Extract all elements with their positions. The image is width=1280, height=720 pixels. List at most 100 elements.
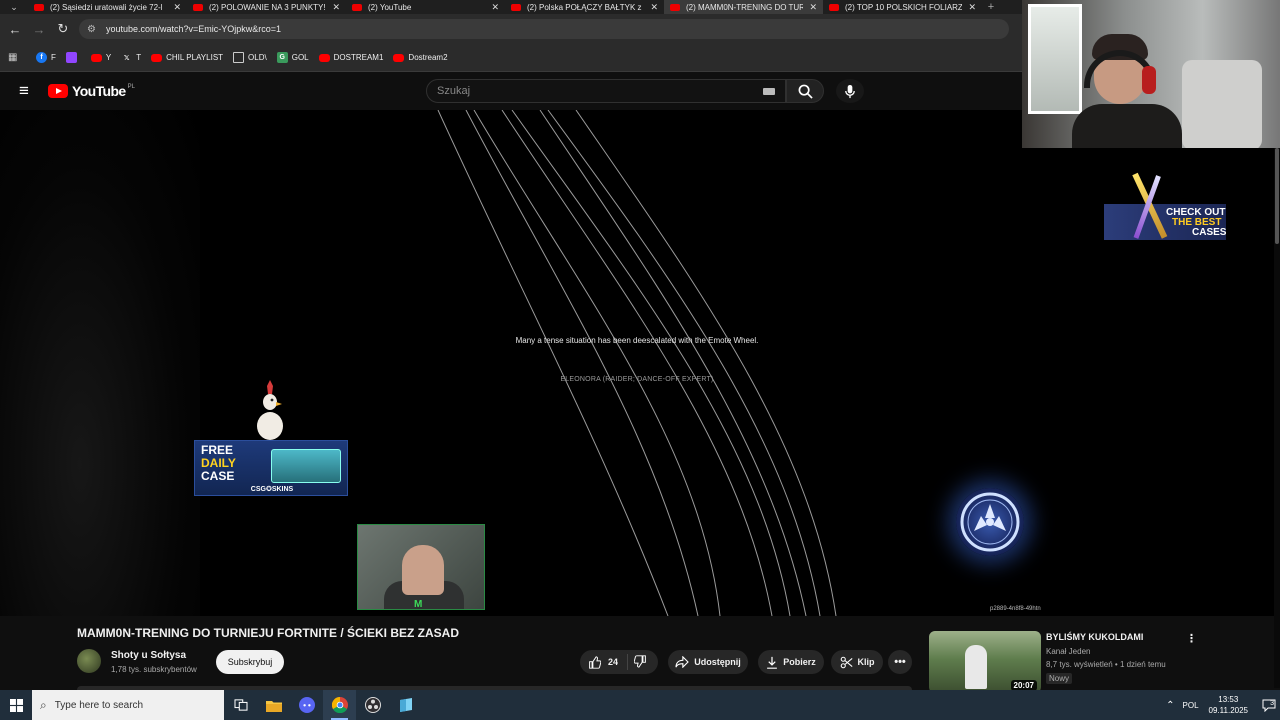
facebook-icon: f <box>36 52 47 63</box>
menu-icon[interactable]: ≡ <box>0 81 48 101</box>
task-view-icon[interactable] <box>224 690 257 720</box>
voice-search-button[interactable] <box>836 79 864 103</box>
download-icon <box>767 656 778 669</box>
bookmark-item[interactable] <box>65 52 81 63</box>
twitch-icon <box>65 52 77 63</box>
channel-avatar[interactable] <box>77 649 101 673</box>
youtube-icon <box>318 53 330 62</box>
subscribe-button[interactable]: Subskrybuj <box>216 650 284 674</box>
emote-wheel-icon <box>956 488 1024 556</box>
apps-grid-icon[interactable]: ▦ <box>8 52 22 63</box>
youtube-favicon-icon <box>193 3 203 11</box>
url-text: youtube.com/watch?v=Emic-YOjpkw&rco=1 <box>105 24 282 34</box>
browser-tab[interactable]: (2) TOP 10 POLSKICH FOLIARZY ✕ <box>823 0 982 14</box>
clip-button[interactable]: Klip <box>831 650 883 674</box>
case-chest-icon <box>271 449 341 483</box>
recommendation-channel[interactable]: Kanał Jeden <box>1046 647 1090 656</box>
dislike-button[interactable] <box>628 654 647 670</box>
streamer-webcam <box>1022 0 1280 148</box>
obs-icon[interactable] <box>356 690 389 720</box>
chrome-icon[interactable] <box>323 690 356 720</box>
youtube-favicon-icon <box>352 3 362 11</box>
bookmarks-bar: ▦ f F Y 𝕏 T CHIL PLAYLIST OLD\ G GOL DOSTREAM1 Dos… <box>0 44 1022 72</box>
recommendation-thumbnail[interactable]: 20:07 <box>929 631 1041 693</box>
youtube-logo[interactable]: YouTube PL <box>48 83 135 99</box>
banner-line-case: CASE <box>201 469 235 483</box>
language-indicator[interactable]: POL <box>1183 701 1199 710</box>
webcam-chair <box>1182 60 1262 148</box>
system-tray: ⌃ POL 13:53 09.11.2025 3 <box>1166 690 1280 720</box>
bookmark-item[interactable]: CHIL PLAYLIST <box>151 53 223 62</box>
search-button[interactable] <box>786 79 824 103</box>
cases-line-3: CASES <box>1192 227 1227 238</box>
close-tab-icon[interactable]: ✕ <box>650 2 658 13</box>
bookmark-item[interactable]: Y <box>90 53 112 62</box>
taskbar-search-input[interactable]: ⌕ Type here to search <box>32 690 224 720</box>
video-player[interactable]: Many a tense situation has been deescala… <box>0 110 1280 616</box>
banner-line-free: FREE <box>201 443 234 457</box>
close-tab-icon[interactable]: ✕ <box>173 2 181 13</box>
like-button[interactable]: 24 <box>580 654 628 670</box>
tab-title: (2) MAMM0N-TRENING DO TUR <box>686 2 804 12</box>
more-actions-button[interactable]: ••• <box>888 650 912 674</box>
screen: ⌄ (2) Sąsiedzi uratowali życie 72-l ✕ (2) … <box>0 0 1280 720</box>
bookmark-item[interactable]: Dostream2 <box>393 53 448 62</box>
browser-tab[interactable]: (2) Polska POŁĄCZY BAŁTYK z M ✕ <box>505 0 664 14</box>
windows-start-button[interactable] <box>0 690 32 720</box>
clip-label: Klip <box>857 657 875 667</box>
bookmark-item[interactable]: OLD\ <box>233 52 267 63</box>
browser-tab[interactable]: (2) MAMM0N-TRENING DO TUR ✕ <box>664 0 823 14</box>
search-input[interactable]: Szukaj <box>426 79 786 103</box>
bookmark-label: T <box>136 53 142 62</box>
youtube-favicon-icon <box>670 3 680 11</box>
recommendation-title[interactable]: BYLIŚMY KUKOLDAMI <box>1046 632 1143 642</box>
browser-tab[interactable]: (2) POLOWANIE NA 3 PUNKTY! ✕ <box>187 0 346 14</box>
browser-tab[interactable]: (2) Sąsiedzi uratowali życie 72-l ✕ <box>28 0 187 14</box>
bookmark-item[interactable]: fF <box>36 52 56 63</box>
discord-icon[interactable] <box>290 690 323 720</box>
banner-brand: CSG✪SKINS <box>250 486 294 493</box>
bookmark-item[interactable]: 𝕏T <box>121 52 141 63</box>
new-tab-button[interactable]: + <box>982 1 1000 13</box>
page-scrollbar[interactable] <box>1274 148 1280 688</box>
close-tab-icon[interactable]: ✕ <box>491 2 499 13</box>
webcam-person-body <box>1072 104 1182 148</box>
browser-toolbar: ← → ↻ ⚙ youtube.com/watch?v=Emic-YOjpkw&… <box>0 14 1022 44</box>
bookmark-item[interactable]: G GOL <box>276 52 309 63</box>
tab-title: (2) TOP 10 POLSKICH FOLIARZY <box>845 2 963 12</box>
app-window-icon[interactable] <box>389 690 422 720</box>
new-badge: Nowy <box>1046 673 1073 684</box>
keyboard-icon[interactable] <box>763 88 775 95</box>
check-out-cases-banner: CHECK OUT THE BEST CASES <box>1104 172 1228 246</box>
close-tab-icon[interactable]: ✕ <box>968 2 976 13</box>
tray-expand-icon[interactable]: ⌃ <box>1166 700 1174 711</box>
bookmark-label: Dostream2 <box>408 53 448 62</box>
back-arrow-icon[interactable]: ← <box>3 17 27 41</box>
browser-tab[interactable]: (2) YouTube ✕ <box>346 0 505 14</box>
case-banner: FREE DAILY CASE CSG✪SKINS <box>194 440 348 496</box>
share-icon <box>675 656 690 668</box>
scrollbar-thumb[interactable] <box>1275 148 1279 244</box>
notifications-icon[interactable]: 3 <box>1258 690 1280 720</box>
tab-search-menu-icon[interactable]: ⌄ <box>0 0 28 14</box>
clock[interactable]: 13:53 09.11.2025 <box>1209 694 1248 716</box>
gol-icon: G <box>276 52 288 63</box>
bookmark-label: Y <box>105 53 112 62</box>
site-info-icon[interactable]: ⚙ <box>87 24 96 35</box>
share-button[interactable]: Udostępnij <box>668 650 748 674</box>
windows-taskbar: ⌕ Type here to search ⌃ POL 13:53 09.11.… <box>0 690 1280 720</box>
channel-name[interactable]: Shoty u Sołtysa <box>111 650 186 661</box>
close-tab-icon[interactable]: ✕ <box>809 2 817 13</box>
address-bar[interactable]: ⚙ youtube.com/watch?v=Emic-YOjpkw&rco=1 <box>79 19 1009 39</box>
cam-person-head <box>402 545 444 595</box>
download-button[interactable]: Pobierz <box>758 650 824 674</box>
thumbnail-figure <box>965 645 987 689</box>
reload-icon[interactable]: ↻ <box>51 17 75 41</box>
youtube-favicon-icon <box>829 3 839 11</box>
kebab-menu-icon[interactable]: ⋮ <box>1186 632 1197 645</box>
close-tab-icon[interactable]: ✕ <box>332 2 340 13</box>
file-explorer-icon[interactable] <box>257 690 290 720</box>
forward-arrow-icon[interactable]: → <box>27 17 51 41</box>
download-label: Pobierz <box>783 657 816 667</box>
bookmark-item[interactable]: DOSTREAM1 <box>318 53 383 62</box>
